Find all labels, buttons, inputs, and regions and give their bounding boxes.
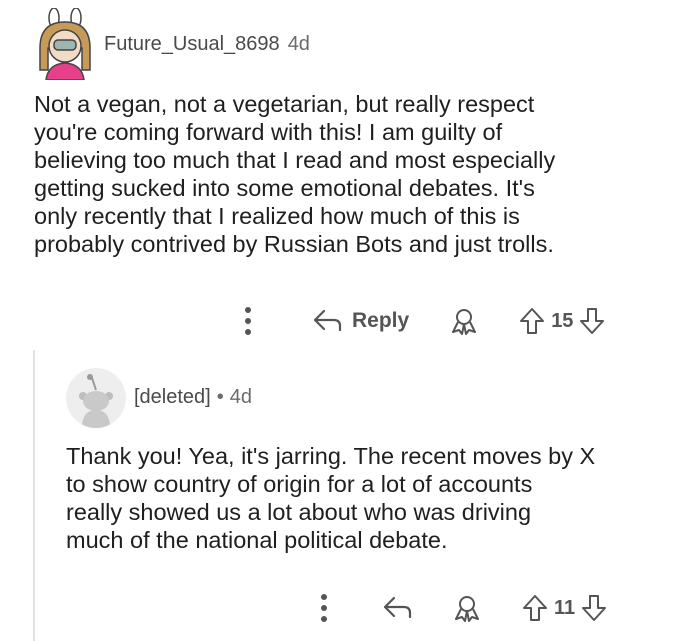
user-avatar[interactable]	[30, 8, 100, 80]
upvote-arrow-icon[interactable]	[519, 307, 545, 335]
reply-actions: 11	[316, 590, 607, 626]
reply-arrow-icon[interactable]	[382, 595, 412, 621]
award-icon[interactable]	[452, 594, 482, 622]
thread-line[interactable]	[33, 350, 35, 641]
reply-arrow-icon	[313, 309, 342, 332]
downvote-arrow-icon[interactable]	[579, 307, 605, 335]
more-vertical-icon[interactable]	[240, 303, 256, 339]
comment-username[interactable]: Future_Usual_8698	[104, 33, 280, 56]
comment-time: 4d	[287, 33, 310, 55]
reply-meta: [deleted] • 4d	[134, 386, 252, 409]
upvote-arrow-icon[interactable]	[522, 594, 548, 622]
reply-username[interactable]: [deleted]	[134, 386, 211, 409]
comment-actions: Reply 15	[240, 303, 605, 339]
more-vertical-icon[interactable]	[316, 590, 332, 626]
comment-body: Not a vegan, not a vegetarian, but reall…	[34, 91, 556, 257]
reply-vote-count: 11	[554, 596, 576, 619]
award-icon[interactable]	[449, 307, 479, 335]
reply-time: 4d	[229, 386, 252, 408]
downvote-arrow-icon[interactable]	[581, 594, 607, 622]
meta-separator: •	[216, 386, 224, 408]
avatar-illustration	[30, 8, 100, 80]
deleted-user-avatar-icon	[66, 368, 126, 428]
reply-button[interactable]: Reply	[312, 308, 409, 334]
comment-meta: Future_Usual_8698 4d	[104, 33, 310, 56]
reply-label[interactable]: Reply	[352, 309, 409, 333]
reply-avatar[interactable]	[66, 368, 126, 428]
comment-vote-count: 15	[551, 309, 574, 332]
reply-body: Thank you! Yea, it's jarring. The recent…	[66, 443, 596, 553]
